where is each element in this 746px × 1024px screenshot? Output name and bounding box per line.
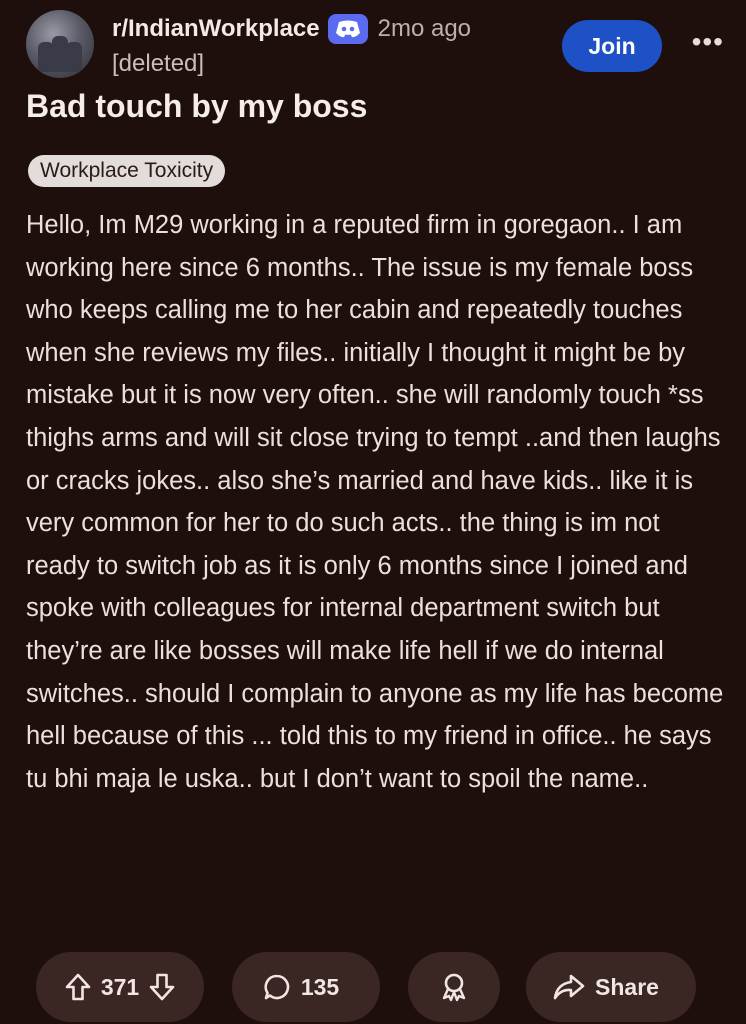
post-author[interactable]: [deleted] <box>112 50 204 78</box>
post-time: 2mo ago <box>377 15 472 42</box>
subreddit-line: r/IndianWorkplace 2mo ago <box>112 14 471 44</box>
speech-bubble-icon <box>263 973 291 1001</box>
comments-button[interactable]: 135 <box>232 952 380 1022</box>
post-header: r/IndianWorkplace 2mo ago [deleted] Join… <box>26 6 726 78</box>
post-actions: 371 135 Share <box>0 952 746 1024</box>
vote-bar: 371 <box>36 952 204 1022</box>
award-icon <box>440 972 468 1002</box>
arrow-down-icon[interactable] <box>149 973 175 1001</box>
more-options-icon[interactable]: ••• <box>692 28 724 56</box>
post-body: Hello, Im M29 working in a reputed firm … <box>26 211 724 793</box>
award-button[interactable] <box>408 952 500 1022</box>
share-button[interactable]: Share <box>526 952 696 1022</box>
join-button[interactable]: Join <box>562 20 662 72</box>
post-title[interactable]: Bad touch by my boss <box>26 88 367 125</box>
subreddit-avatar[interactable] <box>26 10 94 78</box>
comment-count: 135 <box>300 973 340 1000</box>
discord-icon <box>327 14 368 44</box>
subreddit-name[interactable]: r/IndianWorkplace <box>112 15 320 43</box>
arrow-up-icon[interactable] <box>65 973 91 1001</box>
upvote-count: 371 <box>100 973 140 1000</box>
share-label: Share <box>595 973 659 1000</box>
post-flair[interactable]: Workplace Toxicity <box>28 155 226 187</box>
share-arrow-icon <box>553 974 585 1000</box>
